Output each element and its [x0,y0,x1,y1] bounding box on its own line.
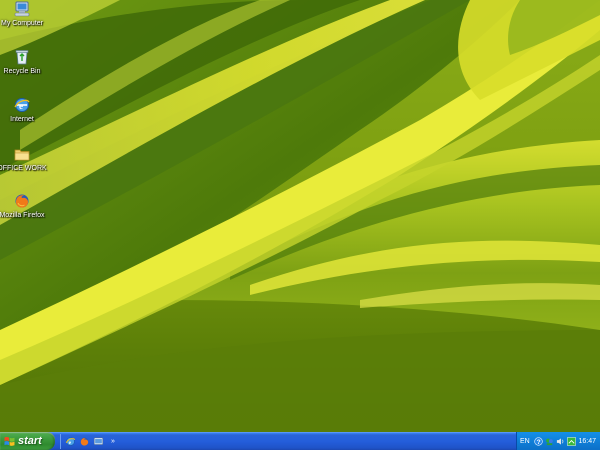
desktop-icon-recycle-bin[interactable]: Recycle Bin [0,48,54,76]
msn-icon[interactable] [545,437,554,446]
taskbar: start e » EN ? 16:47 [0,432,600,450]
wallpaper-image [0,0,600,432]
windows-logo-icon [4,436,15,446]
volume-icon[interactable] [556,437,565,446]
system-tray: EN ? 16:47 [516,432,600,450]
language-indicator[interactable]: EN [520,438,530,445]
desktop-icon-label: Recycle Bin [3,68,41,75]
quick-launch-bar: e » [60,434,115,449]
firefox-icon[interactable] [79,436,90,447]
desktop-icon-label: Mozilla Firefox [0,212,45,219]
internet-explorer-icon[interactable]: e [65,436,76,447]
folder-icon [14,149,30,161]
desktop-icon-label: My Computer [0,20,43,27]
show-desktop-icon[interactable] [93,436,104,447]
start-button[interactable]: start [0,432,55,450]
firefox-icon [15,194,29,208]
svg-text:e: e [19,101,23,111]
desktop-icon-label: Internet [10,116,34,123]
desktop-screen: My Computer Recycle Bin e Internet OFFIC… [0,0,600,450]
desktop-icon-office-work[interactable]: OFFICE WORK [0,145,54,173]
desktop-icon-internet[interactable]: e Internet [0,96,54,124]
internet-explorer-icon: e [14,98,30,112]
desktop-icon-my-computer[interactable]: My Computer [0,0,54,28]
svg-text:?: ? [536,439,540,446]
recycle-bin-icon [15,50,29,65]
clock[interactable]: 16:47 [578,438,596,445]
desktop-icon-mozilla-firefox[interactable]: Mozilla Firefox [0,192,54,220]
help-icon[interactable]: ? [534,436,543,446]
desktop-icon-label: OFFICE WORK [0,165,47,172]
my-computer-icon [14,1,30,17]
network-icon[interactable] [566,436,576,446]
start-label: start [18,435,42,447]
quick-launch-chevron[interactable]: » [111,438,115,445]
